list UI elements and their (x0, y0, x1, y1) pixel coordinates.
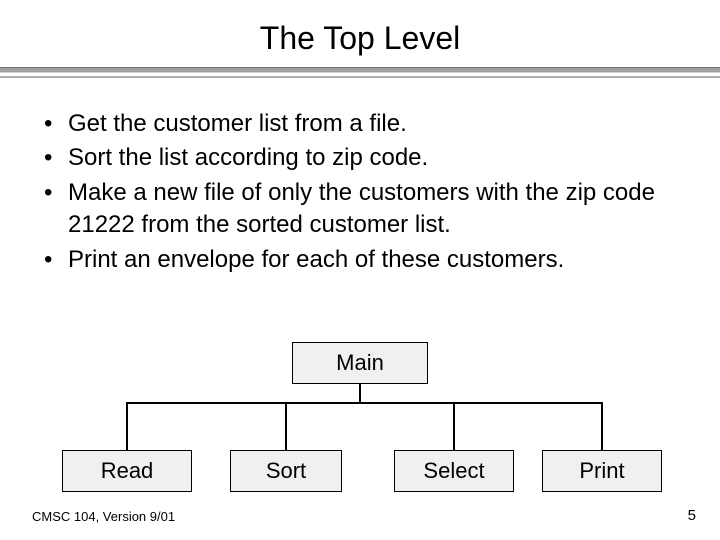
node-select: Select (394, 450, 514, 492)
bullet-item: Make a new file of only the customers wi… (40, 177, 680, 242)
slide-title: The Top Level (0, 0, 720, 67)
slide-body: Get the customer list from a file. Sort … (0, 78, 720, 276)
bullet-item: Get the customer list from a file. (40, 108, 680, 140)
node-print: Print (542, 450, 662, 492)
hierarchy-diagram: Main Read Sort Select Print (0, 342, 720, 492)
connector (126, 402, 602, 404)
connector (359, 384, 361, 402)
connector (453, 402, 455, 450)
bullet-item: Print an envelope for each of these cust… (40, 244, 680, 276)
node-main: Main (292, 342, 428, 384)
slide: The Top Level Get the customer list from… (0, 0, 720, 540)
bullet-item: Sort the list according to zip code. (40, 142, 680, 174)
node-read: Read (62, 450, 192, 492)
footer-page: 5 (688, 507, 696, 524)
node-sort: Sort (230, 450, 342, 492)
connector (285, 402, 287, 450)
connector (126, 402, 128, 450)
footer-course: CMSC 104, Version 9/01 (32, 509, 175, 524)
bullet-list: Get the customer list from a file. Sort … (40, 108, 680, 276)
connector (601, 402, 603, 450)
title-rule (0, 67, 720, 78)
